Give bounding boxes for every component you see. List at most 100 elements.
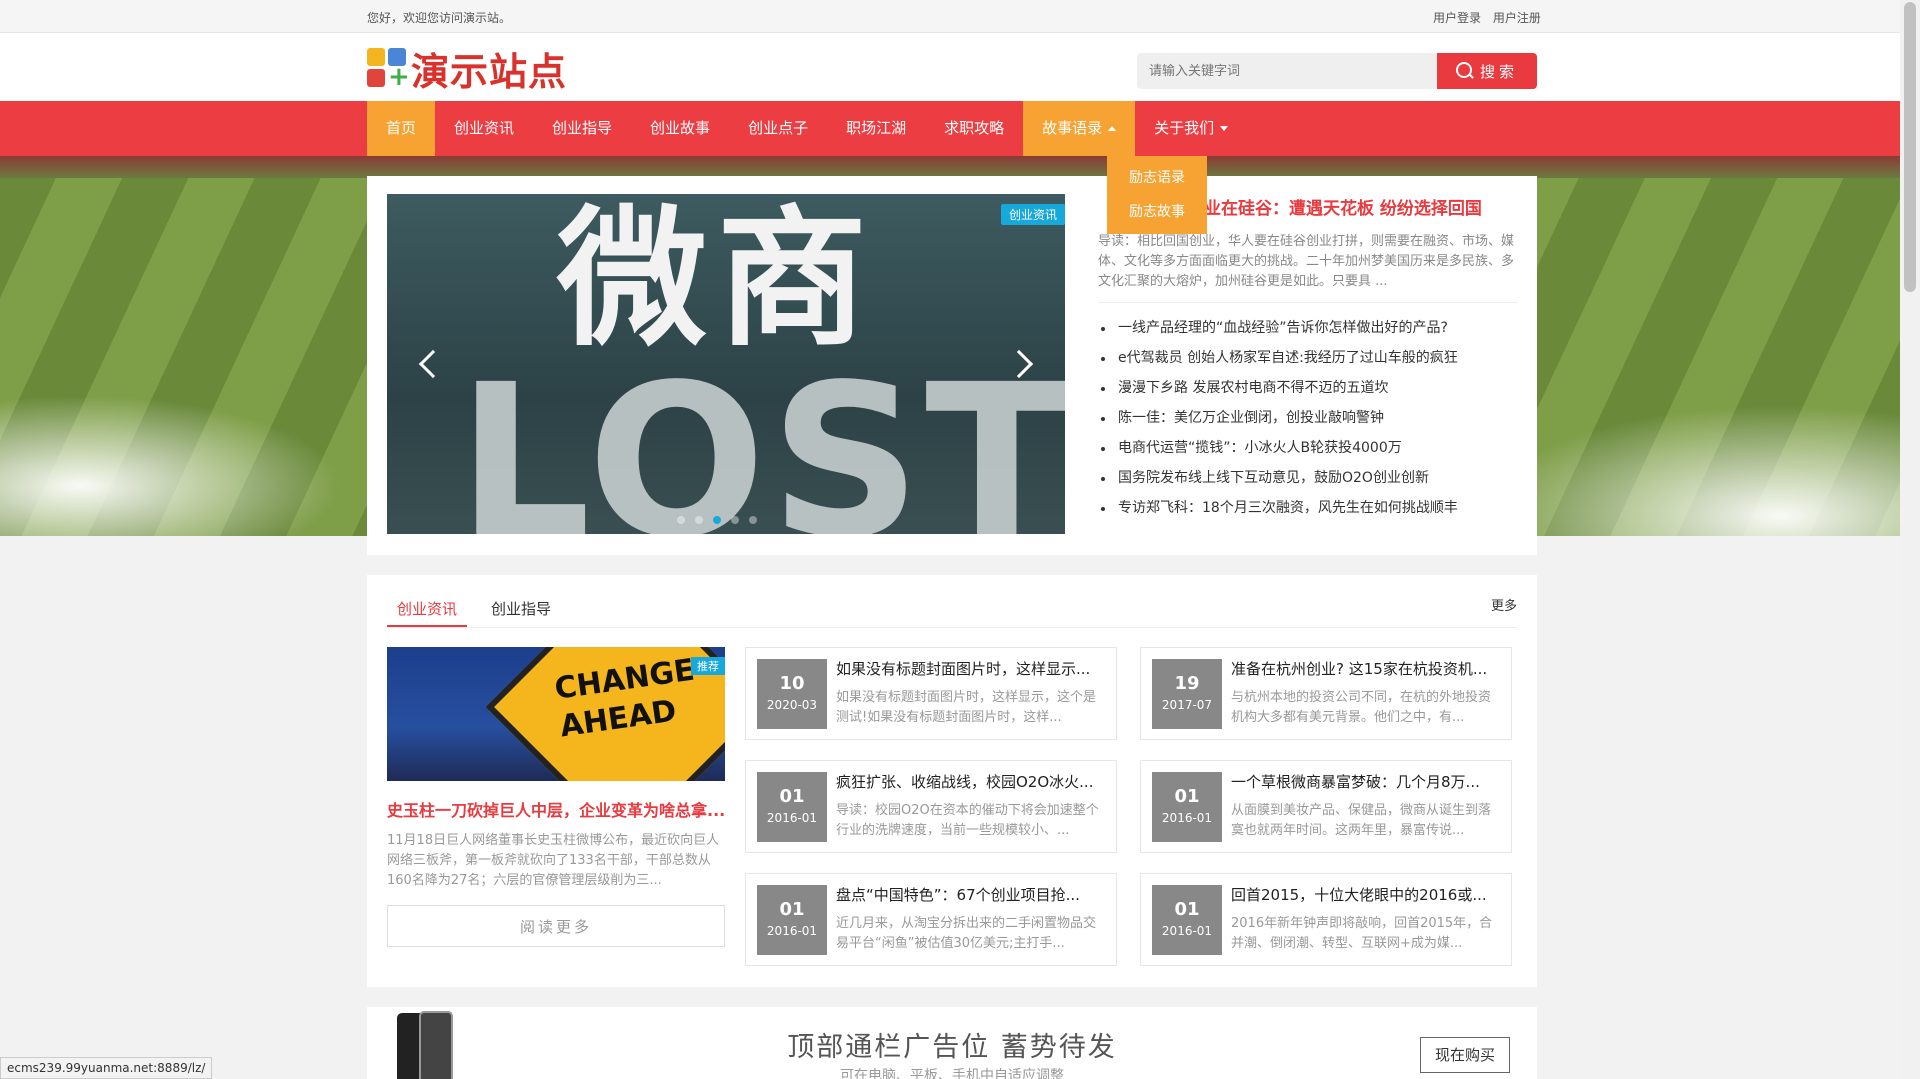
- news-card[interactable]: 10 2020-03 如果没有标题封面图片时，这样显示... 如果没有标题封面图片…: [745, 647, 1117, 740]
- news-section: 创业资讯 创业指导 更多 CHANGE AHEAD 推荐 史玉柱一刀砍掉巨人中层…: [367, 575, 1537, 987]
- page-scrollbar[interactable]: [1900, 0, 1920, 1079]
- logo-text: 演示站点: [411, 49, 568, 94]
- nav-item-home[interactable]: 首页: [367, 101, 436, 156]
- top-bar: 您好，欢迎您访问演示站。 用户登录 用户注册: [0, 0, 1900, 33]
- ad-title: 顶部通栏广告位 蓄势待发: [787, 1032, 1117, 1063]
- register-link[interactable]: 用户注册: [1493, 11, 1541, 25]
- date-badge: 01 2016-01: [1152, 885, 1222, 955]
- buy-now-button[interactable]: 现在购买: [1420, 1037, 1510, 1073]
- slider-dot[interactable]: [749, 516, 757, 524]
- slider-dot[interactable]: [677, 516, 685, 524]
- news-card[interactable]: 01 2016-01 一个草根微商暴富梦破：几个月8万... 从面膜到美妆产品、保…: [1140, 760, 1512, 853]
- caret-up-icon: [1108, 126, 1117, 131]
- search-button-label: 搜索: [1479, 62, 1518, 81]
- tab-startup-news[interactable]: 创业资讯: [387, 591, 468, 627]
- slider-dot[interactable]: [695, 516, 703, 524]
- login-link[interactable]: 用户登录: [1433, 11, 1481, 25]
- card-title[interactable]: 一个草根微商暴富梦破：几个月8万...: [1231, 771, 1499, 792]
- account-links: 用户登录 用户注册: [1425, 9, 1541, 26]
- tab-startup-guide[interactable]: 创业指导: [481, 591, 561, 627]
- date-year-month: 2020-03: [766, 698, 818, 712]
- date-day: 01: [1174, 899, 1200, 920]
- news-card[interactable]: 01 2016-01 疯狂扩张、收缩战线，校园O2O冰火... 导读：校园O2O在…: [745, 760, 1117, 853]
- slide-category-tag[interactable]: 创业资讯: [1000, 204, 1065, 225]
- news-card[interactable]: 01 2016-01 盘点“中国特色”：67个创业项目抢... 近几月来，从淘宝分…: [745, 873, 1117, 966]
- nav-item-job-tips[interactable]: 求职攻略: [925, 101, 1023, 156]
- list-item[interactable]: 电商代运营“揽钱”：小冰火人B轮获投4000万: [1098, 433, 1518, 463]
- site-header: + 演示站点 搜索: [0, 33, 1900, 101]
- card-summary: 如果没有标题封面图片时，这样显示，这个是测试!如果没有标题封面图片时，这样...: [836, 690, 1097, 725]
- nav-item-startup-ideas[interactable]: 创业点子: [729, 101, 827, 156]
- ad-banner: 顶部通栏广告位 蓄势待发 可在电脑、平板、手机中自适应调整 现在购买: [367, 1007, 1537, 1079]
- nav-item-quotes-label: 故事语录: [1042, 119, 1103, 137]
- list-item[interactable]: 专访郑飞科：18个月三次融资，风先生在如何挑战顺丰: [1098, 493, 1518, 523]
- ad-subtitle: 可在电脑、平板、手机中自适应调整: [840, 1068, 1064, 1079]
- date-year-month: 2016-01: [1161, 924, 1213, 938]
- nav-item-workplace[interactable]: 职场江湖: [827, 101, 925, 156]
- date-badge: 01 2016-01: [1152, 772, 1222, 842]
- card-title[interactable]: 回首2015，十位大佬眼中的2016或...: [1231, 884, 1499, 905]
- caret-down-icon: [1220, 126, 1229, 131]
- nav-item-startup-news[interactable]: 创业资讯: [435, 101, 533, 156]
- slider-dots: [677, 516, 757, 524]
- recommend-badge: 推荐: [691, 657, 725, 675]
- date-badge: 01 2016-01: [757, 772, 827, 842]
- search-button[interactable]: 搜索: [1437, 53, 1537, 89]
- read-more-button[interactable]: 阅读更多: [387, 905, 725, 947]
- nav-item-about[interactable]: 关于我们: [1135, 101, 1247, 156]
- dropdown-item-inspirational-stories[interactable]: 励志故事: [1107, 195, 1207, 229]
- list-item[interactable]: 国务院发布线上线下互动意见，鼓励O2O创业创新: [1098, 463, 1518, 493]
- list-item[interactable]: e代驾裁员 创始人杨家军自述:我经历了过山车般的疯狂: [1098, 343, 1518, 373]
- nav-item-startup-guide[interactable]: 创业指导: [533, 101, 631, 156]
- featured-summary: 11月18日巨人网络董事长史玉柱微博公布，最近砍向巨人网络三板斧，第一板斧就砍向…: [387, 833, 720, 888]
- news-card[interactable]: 01 2016-01 回首2015，十位大佬眼中的2016或... 2016年新年…: [1140, 873, 1512, 966]
- headline-summary: 导读：相比回国创业，华人要在硅谷创业打拼，则需要在融资、市场、媒体、文化等多方面…: [1098, 234, 1515, 289]
- search-box: 搜索: [1137, 53, 1537, 89]
- slider-dot-active[interactable]: [713, 516, 721, 524]
- hero-card: 微商 LOST 创业资讯 业在硅谷：遭遇天花板 纷纷选择回国 导读：相比回国创业…: [367, 176, 1537, 555]
- card-title[interactable]: 准备在杭州创业? 这15家在杭投资机...: [1231, 658, 1499, 679]
- card-summary: 2016年新年钟声即将敲响，回首2015年，合并潮、倒闭潮、转型、互联网+成为媒…: [1231, 916, 1493, 951]
- image-slider[interactable]: 微商 LOST 创业资讯: [387, 194, 1065, 534]
- card-summary: 从面膜到美妆产品、保健品，微商从诞生到落寞也就两年时间。这两年里，暴富传说...: [1231, 803, 1492, 838]
- divider: [1098, 302, 1518, 303]
- nav-item-about-label: 关于我们: [1154, 119, 1215, 137]
- date-day: 01: [779, 786, 805, 807]
- date-year-month: 2016-01: [766, 811, 818, 825]
- featured-title[interactable]: 史玉柱一刀砍掉巨人中层，企业变革为啥总拿...: [387, 797, 725, 821]
- card-summary: 与杭州本地的投资公司不同，在杭的外地投资机构大多都有美元背景。他们之中，有...: [1231, 690, 1492, 725]
- slider-prev-icon[interactable]: [418, 349, 448, 379]
- headline-list: 一线产品经理的“血战经验”告诉你怎样做出好的产品? e代驾裁员 创始人杨家军自述…: [1098, 313, 1518, 523]
- list-item[interactable]: 漫漫下乡路 发展农村电商不得不迈的五道坎: [1098, 373, 1518, 403]
- search-input[interactable]: [1137, 53, 1437, 89]
- card-title[interactable]: 疯狂扩张、收缩战线，校园O2O冰火...: [836, 771, 1104, 792]
- date-day: 01: [779, 899, 805, 920]
- news-card[interactable]: 19 2017-07 准备在杭州创业? 这15家在杭投资机... 与杭州本地的投资…: [1140, 647, 1512, 740]
- card-title[interactable]: 如果没有标题封面图片时，这样显示...: [836, 658, 1104, 679]
- date-badge: 01 2016-01: [757, 885, 827, 955]
- list-item[interactable]: 一线产品经理的“血战经验”告诉你怎样做出好的产品?: [1098, 313, 1518, 343]
- status-bar-url: ecms239.99yuanma.net:8889/lz/: [0, 1057, 213, 1079]
- nav-item-quotes[interactable]: 故事语录: [1023, 101, 1136, 156]
- scrollbar-thumb[interactable]: [1904, 2, 1916, 292]
- card-summary: 导读：校园O2O在资本的催动下将会加速整个行业的洗牌速度，当前一些规模较小、..…: [836, 803, 1099, 838]
- list-item[interactable]: 陈一佳：美亿万企业倒闭，创投业敲响警钟: [1098, 403, 1518, 433]
- search-icon: [1455, 62, 1474, 80]
- site-logo[interactable]: + 演示站点: [367, 47, 567, 94]
- quotes-dropdown: 励志语录 励志故事: [1107, 156, 1207, 234]
- slider-dot[interactable]: [731, 516, 739, 524]
- main-nav: 首页 创业资讯 创业指导 创业故事 创业点子 职场江湖 求职攻略 故事语录 关于…: [0, 101, 1900, 156]
- dropdown-item-inspirational-quotes[interactable]: 励志语录: [1107, 161, 1207, 195]
- card-summary: 近几月来，从淘宝分拆出来的二手闲置物品交易平台“闲鱼”被估值30亿美元;主打手.…: [836, 916, 1097, 951]
- date-year-month: 2016-01: [766, 924, 818, 938]
- date-day: 10: [779, 673, 805, 694]
- card-title[interactable]: 盘点“中国特色”：67个创业项目抢...: [836, 884, 1104, 905]
- featured-article: CHANGE AHEAD 推荐 史玉柱一刀砍掉巨人中层，企业变革为啥总拿... …: [387, 647, 725, 947]
- more-link[interactable]: 更多: [1491, 595, 1517, 614]
- date-badge: 10 2020-03: [757, 659, 827, 729]
- slide-text-bottom: LOST: [457, 339, 1065, 534]
- date-day: 01: [1174, 786, 1200, 807]
- date-badge: 19 2017-07: [1152, 659, 1222, 729]
- featured-image[interactable]: CHANGE AHEAD 推荐: [387, 647, 725, 781]
- nav-item-startup-stories[interactable]: 创业故事: [631, 101, 729, 156]
